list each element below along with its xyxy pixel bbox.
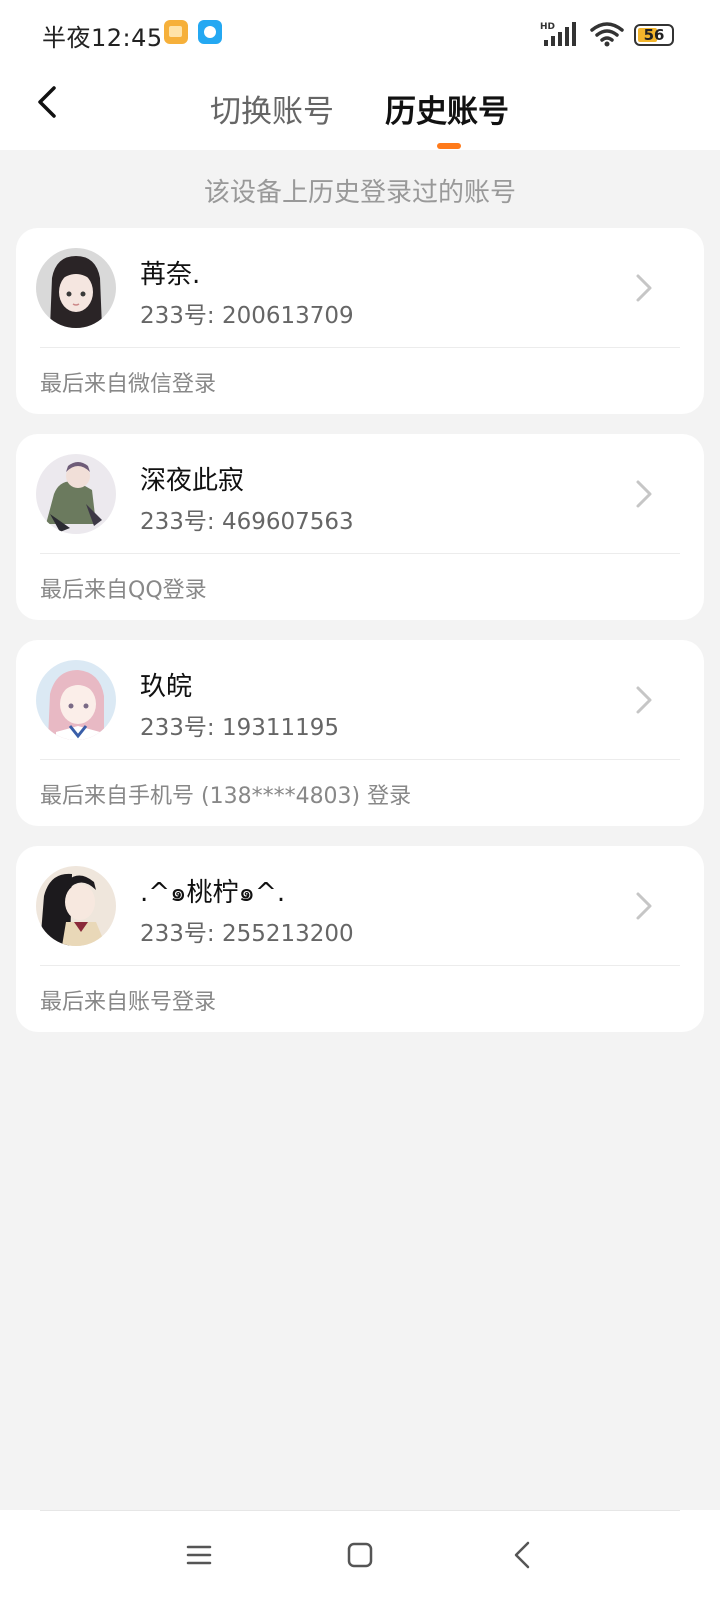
login-source: 最后来自账号登录 — [40, 990, 217, 1015]
account-card[interactable]: 苒奈. 233号: 200613709 最后来自微信登录 — [16, 228, 704, 414]
account-card[interactable]: 深夜此寂 233号: 469607563 最后来自QQ登录 — [16, 434, 704, 620]
divider — [40, 553, 680, 554]
avatar — [36, 454, 116, 534]
login-source: 最后来自手机号 (138****4803) 登录 — [40, 784, 412, 809]
divider — [40, 759, 680, 760]
account-name: 玖皖 — [140, 672, 193, 702]
divider — [40, 347, 680, 348]
chevron-right-icon — [636, 686, 652, 714]
wifi-icon — [590, 22, 624, 47]
gallery-notification-icon — [164, 20, 188, 44]
divider — [40, 965, 680, 966]
avatar — [36, 866, 116, 946]
avatar — [36, 660, 116, 740]
login-source: 最后来自QQ登录 — [40, 578, 207, 603]
tab-switch-account[interactable]: 切换账号 — [210, 86, 334, 131]
account-card[interactable]: .^๑桃柠๑^. 233号: 255213200 最后来自账号登录 — [16, 846, 704, 1032]
svg-text:HD: HD — [540, 22, 555, 32]
battery-level: 56 — [643, 26, 665, 44]
status-time: 半夜12:45 — [42, 24, 163, 52]
signal-icon: HD — [540, 22, 576, 46]
status-bar: 半夜12:45 HD 56 — [0, 0, 720, 70]
chat-notification-icon — [198, 20, 222, 44]
header: 切换账号 历史账号 — [0, 70, 720, 150]
account-name: 苒奈. — [140, 260, 201, 290]
account-id: 233号: 200613709 — [140, 303, 354, 329]
back-nav-icon[interactable] — [506, 1537, 542, 1573]
account-name: .^๑桃柠๑^. — [140, 878, 286, 908]
tab-history-account[interactable]: 历史账号 — [385, 86, 509, 131]
home-icon[interactable] — [342, 1537, 378, 1573]
back-icon[interactable] — [28, 80, 72, 124]
login-source: 最后来自微信登录 — [40, 372, 217, 397]
chevron-right-icon — [636, 480, 652, 508]
account-id: 233号: 469607563 — [140, 509, 354, 535]
account-name: 深夜此寂 — [140, 466, 245, 496]
account-card[interactable]: 玖皖 233号: 19311195 最后来自手机号 (138****4803) … — [16, 640, 704, 826]
account-id: 233号: 255213200 — [140, 921, 354, 947]
tab-active-indicator — [437, 143, 461, 149]
section-subtitle: 该设备上历史登录过的账号 — [203, 178, 516, 208]
avatar — [36, 248, 116, 328]
chevron-right-icon — [636, 274, 652, 302]
system-navigation-bar — [0, 1510, 720, 1600]
account-id: 233号: 19311195 — [140, 715, 340, 741]
divider — [40, 1510, 680, 1511]
menu-icon[interactable] — [181, 1537, 217, 1573]
battery-icon: 56 — [634, 24, 674, 46]
chevron-right-icon — [636, 892, 652, 920]
